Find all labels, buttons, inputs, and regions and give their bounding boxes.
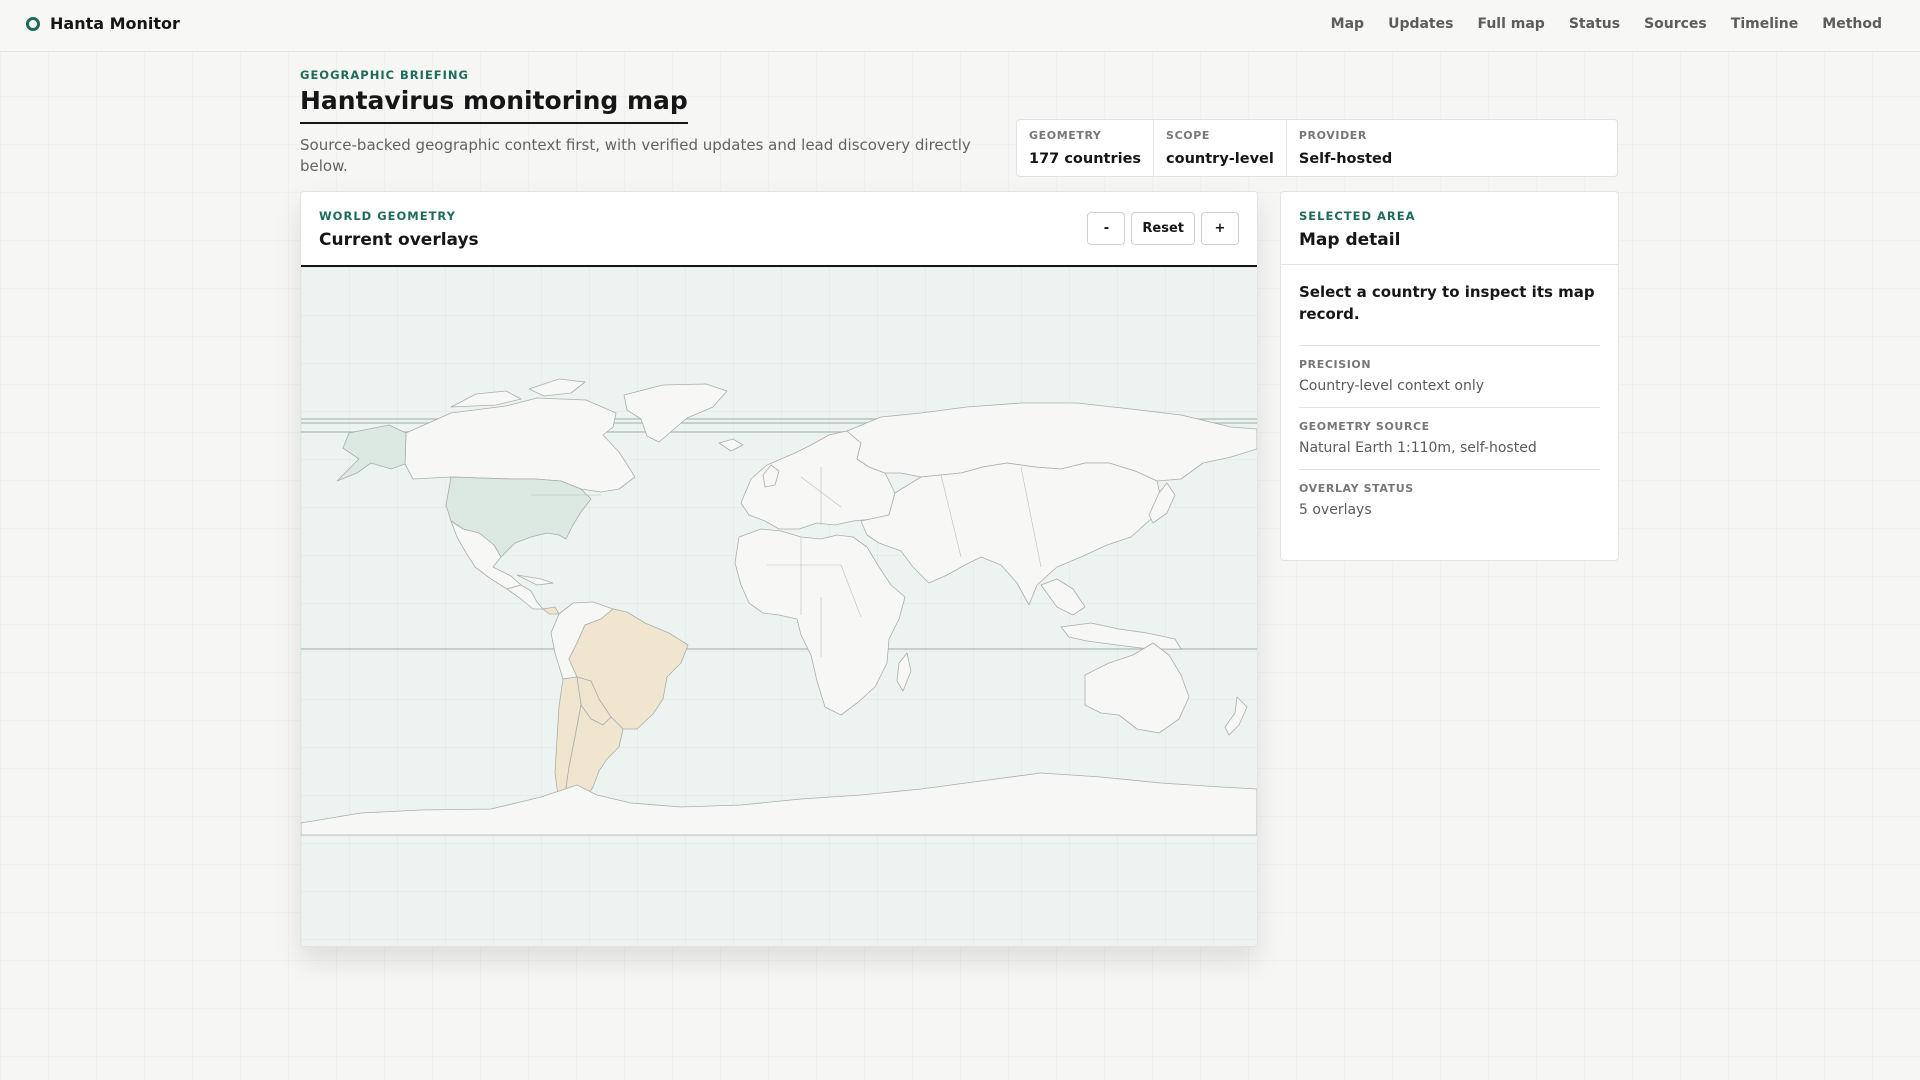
detail-title: Map detail [1299,230,1401,250]
nav-link-sources[interactable]: Sources [1644,16,1707,32]
nav-link-timeline[interactable]: Timeline [1731,16,1799,32]
detail-value: Country-level context only [1299,378,1484,394]
country-canada[interactable] [404,397,636,493]
zoom-out-button[interactable]: - [1087,212,1126,245]
nav-link-updates[interactable]: Updates [1388,16,1453,32]
country-usa-alaska[interactable] [336,424,407,482]
region-antarctica[interactable] [301,772,1257,836]
nav-link-full-map[interactable]: Full map [1477,16,1544,32]
stat-value: Self-hosted [1298,151,1393,167]
hero-eyebrow: GEOGRAPHIC BRIEFING [300,68,469,82]
detail-eyebrow: SELECTED AREA [1299,209,1416,223]
detail-row-geometry-source: GEOMETRY SOURCE Natural Earth 1:110m, se… [1299,408,1600,470]
brand-logo-icon [26,16,40,31]
stat-value: country-level [1166,151,1274,167]
detail-label: OVERLAY STATUS [1299,482,1414,495]
region-indonesia[interactable] [1060,622,1182,650]
stat-scope: SCOPE country-level [1154,120,1287,176]
detail-panel-header: SELECTED AREA Map detail [1281,192,1618,265]
stat-provider: PROVIDER Self-hosted [1287,120,1404,176]
stat-label: SCOPE [1166,129,1210,142]
page-description: Source-backed geographic context first, … [300,136,971,175]
map-panel-header: WORLD GEOMETRY Current overlays - Reset … [301,192,1257,267]
top-navigation-bar: Hanta Monitor Map Updates Full map Statu… [0,0,1920,52]
reset-view-button[interactable]: Reset [1131,212,1195,245]
region-southeast-asia[interactable] [1040,578,1086,616]
country-panama[interactable] [542,606,560,615]
zoom-in-button[interactable]: + [1201,212,1239,245]
country-cuba[interactable] [516,574,554,586]
brand-name: Hanta Monitor [50,14,180,33]
map-panel: WORLD GEOMETRY Current overlays - Reset … [300,191,1258,947]
detail-value: Natural Earth 1:110m, self-hosted [1299,440,1537,456]
brand[interactable]: Hanta Monitor [26,14,180,33]
stat-label: PROVIDER [1298,129,1367,142]
zoom-controls: - Reset + [1087,212,1239,245]
region-middle-east-asia[interactable] [860,462,1162,606]
detail-row-precision: PRECISION Country-level context only [1299,346,1600,408]
detail-label: PRECISION [1299,358,1372,371]
country-madagascar[interactable] [896,652,912,692]
map-title: Current overlays [319,230,479,250]
country-central-america[interactable] [506,584,544,610]
stat-label: GEOMETRY [1029,129,1102,142]
detail-value: 5 overlays [1299,502,1372,518]
detail-label: GEOMETRY SOURCE [1299,420,1430,433]
page-title: Hantavirus monitoring map [300,86,688,124]
country-new-zealand[interactable] [1224,696,1248,736]
map-detail-panel: SELECTED AREA Map detail Select a countr… [1280,191,1619,561]
stat-value: 177 countries [1029,151,1142,167]
detail-empty-prompt: Select a country to inspect its map reco… [1299,281,1600,346]
detail-body: Select a country to inspect its map reco… [1281,265,1618,531]
country-iceland[interactable] [718,438,744,452]
world-map-canvas[interactable] [301,267,1257,947]
nav-link-status[interactable]: Status [1569,16,1620,32]
main-nav: Map Updates Full map Status Sources Time… [1331,16,1882,32]
region-africa[interactable] [734,528,906,716]
country-australia[interactable] [1084,642,1190,734]
stat-geometry: GEOMETRY 177 countries [1017,120,1155,176]
detail-row-overlay-status: OVERLAY STATUS 5 overlays [1299,470,1600,531]
stats-strip: GEOMETRY 177 countries SCOPE country-lev… [1016,119,1618,177]
country-greenland[interactable] [623,383,728,443]
map-eyebrow: WORLD GEOMETRY [319,209,456,223]
country-canada-arctic-island[interactable] [528,378,586,397]
nav-link-map[interactable]: Map [1331,16,1364,32]
nav-link-method[interactable]: Method [1822,16,1882,32]
world-map[interactable] [301,267,1257,947]
